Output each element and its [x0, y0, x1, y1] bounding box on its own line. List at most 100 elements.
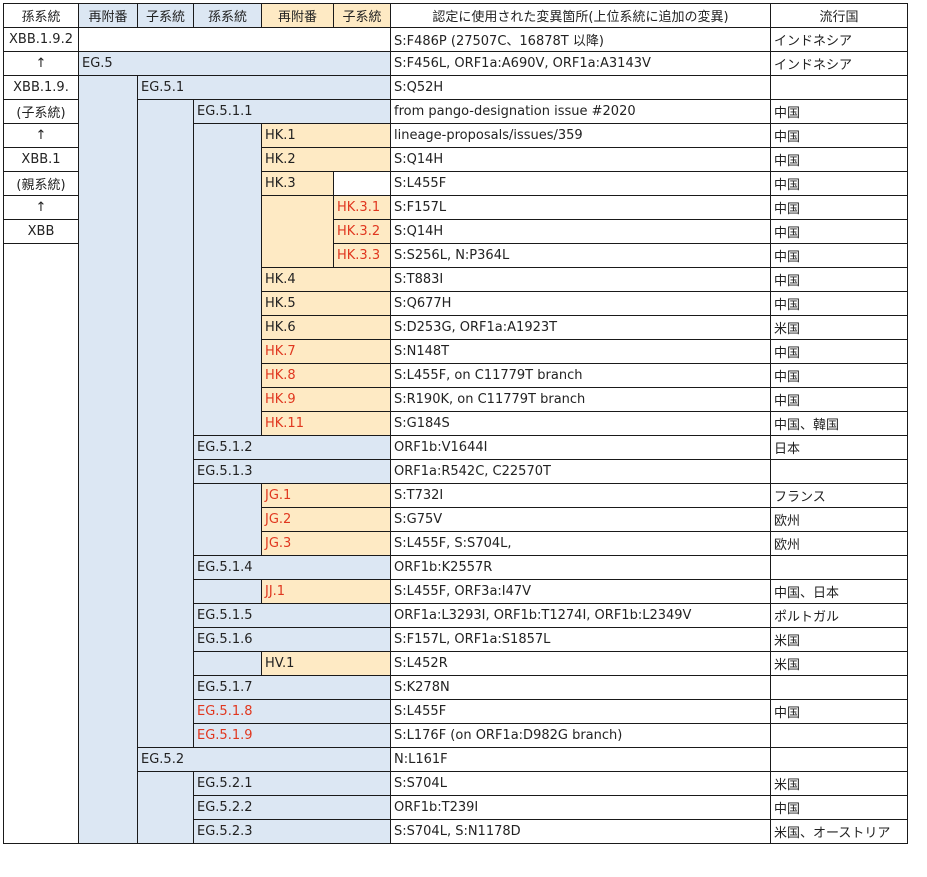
header-cell: 認定に使用された変異箇所(上位系統に追加の変異)	[390, 3, 771, 28]
lineage-path-cell: ↑	[3, 51, 79, 76]
mutations-cell: S:L455F	[390, 171, 771, 196]
mutations-cell: ORF1b:T239I	[390, 795, 771, 820]
table-row: EG.5.2 N:L161F	[4, 747, 908, 772]
mutations-cell: S:R190K, on C11779T branch	[390, 387, 771, 412]
countries-cell: 中国	[770, 363, 908, 388]
mutations-cell: S:F486P (27507C、16878T 以降)	[390, 27, 771, 52]
countries-cell: インドネシア	[770, 27, 908, 52]
header-cell: 孫系統	[193, 3, 262, 28]
mutations-cell: S:T883I	[390, 267, 771, 292]
lineage-name: HK.8	[261, 363, 391, 388]
mutations-cell: S:G184S	[390, 411, 771, 436]
mutations-cell: from pango-designation issue #2020	[390, 99, 771, 124]
lineage-name: HK.1	[261, 123, 391, 148]
lineage-name: HK.3	[261, 171, 334, 196]
table-row: XBB.1.9.2 S:F486P (27507C、16878T 以降) インドネシ…	[3, 27, 908, 52]
lineage-table: 孫系統 再附番 子系統 孫系統 再附番 子系統 認定に使用された変異箇所(上位系統に追加の変…	[3, 3, 908, 844]
countries-cell: 中国	[770, 339, 908, 364]
countries-cell: 中国	[770, 195, 908, 220]
lineage-path-cell: XBB	[3, 219, 79, 244]
countries-cell	[770, 723, 908, 748]
mutations-cell: S:N148T	[390, 339, 771, 364]
mutations-cell: S:S256L, N:P364L	[390, 243, 771, 268]
countries-cell: 中国	[770, 147, 908, 172]
lineage-path-cell: XBB.1.9.2	[3, 27, 79, 52]
lineage-name: EG.5.2.2	[193, 795, 391, 820]
mutations-cell: N:L161F	[390, 747, 771, 772]
mutations-cell: S:Q14H	[390, 219, 771, 244]
mutations-cell: S:F157L	[390, 195, 771, 220]
lineage-path-cell: XBB.1	[3, 147, 79, 172]
lineage-path-blank	[3, 243, 79, 844]
lineage-name: EG.5.1.5	[193, 603, 391, 628]
lineage-name: HK.11	[261, 411, 391, 436]
lineage-name: HK.3.1	[333, 195, 391, 220]
mutations-cell: S:Q677H	[390, 291, 771, 316]
lineage-connector	[193, 651, 262, 676]
header-cell: 子系統	[333, 3, 391, 28]
table-row: EG.5.2.1 S:S704L 米国	[4, 771, 908, 844]
lineage-name: HK.9	[261, 387, 391, 412]
lineage-name: JJ.1	[261, 579, 391, 604]
lineage-name: EG.5.2	[137, 747, 391, 772]
lineage-name: HK.3.3	[333, 243, 391, 268]
mutations-cell: S:Q14H	[390, 147, 771, 172]
header-cell: 孫系統	[3, 3, 79, 28]
lineage-name: JG.2	[261, 507, 391, 532]
lineage-name: EG.5.1	[137, 75, 391, 100]
lineage-name: EG.5.1.3	[193, 459, 391, 484]
lineage-name: EG.5.1.1	[193, 99, 391, 124]
countries-cell: 欧州	[770, 507, 908, 532]
lineage-name: EG.5	[78, 51, 391, 76]
mutations-cell: S:L455F, on C11779T branch	[390, 363, 771, 388]
mutations-cell: lineage-proposals/issues/359	[390, 123, 771, 148]
countries-cell: 中国	[770, 267, 908, 292]
lineage-connector	[137, 99, 194, 748]
mutations-cell: S:F157L, ORF1a:S1857L	[390, 627, 771, 652]
countries-cell	[770, 459, 908, 484]
countries-cell	[770, 747, 908, 772]
mutations-cell: S:G75V	[390, 507, 771, 532]
lineage-name: EG.5.1.2	[193, 435, 391, 460]
lineage-path-cell: (子系統)	[3, 99, 79, 124]
countries-cell: 中国	[770, 795, 908, 820]
lineage-path-cell: ↑	[3, 123, 79, 148]
countries-cell: 中国	[770, 387, 908, 412]
lineage-connector	[193, 483, 262, 556]
countries-cell	[770, 675, 908, 700]
mutations-cell: S:K278N	[390, 675, 771, 700]
lineage-connector	[261, 195, 334, 268]
lineage-connector	[78, 75, 138, 844]
header-cell: 子系統	[137, 3, 194, 28]
lineage-name: JG.3	[261, 531, 391, 556]
lineage-name: HK.5	[261, 291, 391, 316]
countries-cell: 米国、オーストリア	[770, 819, 908, 844]
mutations-cell: S:L455F, ORF3a:I47V	[390, 579, 771, 604]
lineage-name: HK.7	[261, 339, 391, 364]
lineage-name: HK.6	[261, 315, 391, 340]
lineage-name: EG.5.1.9	[193, 723, 391, 748]
countries-cell: 日本	[770, 435, 908, 460]
countries-cell: 中国	[770, 699, 908, 724]
table-body: 孫系統 再附番 子系統 孫系統 再附番 子系統 認定に使用された変異箇所(上位系統に追加の変…	[3, 3, 908, 844]
countries-cell: 米国	[770, 627, 908, 652]
countries-cell: 中国	[770, 219, 908, 244]
lineage-name: EG.5.1.6	[193, 627, 391, 652]
lineage-name: EG.5.1.8	[193, 699, 391, 724]
countries-cell: 中国	[770, 171, 908, 196]
countries-cell: 米国	[770, 771, 908, 796]
lineage-path-cell: XBB.1.9.	[3, 75, 79, 100]
mutations-cell: S:S704L	[390, 771, 771, 796]
lineage-name: HK.2	[261, 147, 391, 172]
mutations-cell: S:F456L, ORF1a:A690V, ORF1a:A3143V	[390, 51, 771, 76]
mutations-cell: S:L176F (on ORF1a:D982G branch)	[390, 723, 771, 748]
lineage-path-cell: ↑	[3, 195, 79, 220]
table-row: XBB.1.9. EG.5.1 S:Q52H	[3, 75, 908, 844]
lineage-name: HK.4	[261, 267, 391, 292]
lineage-name: HK.3.2	[333, 219, 391, 244]
mutations-cell: S:Q52H	[390, 75, 771, 100]
mutations-cell: ORF1a:R542C, C22570T	[390, 459, 771, 484]
countries-cell: 中国	[770, 291, 908, 316]
countries-cell: 中国、韓国	[770, 411, 908, 436]
lineage-connector	[193, 123, 262, 436]
